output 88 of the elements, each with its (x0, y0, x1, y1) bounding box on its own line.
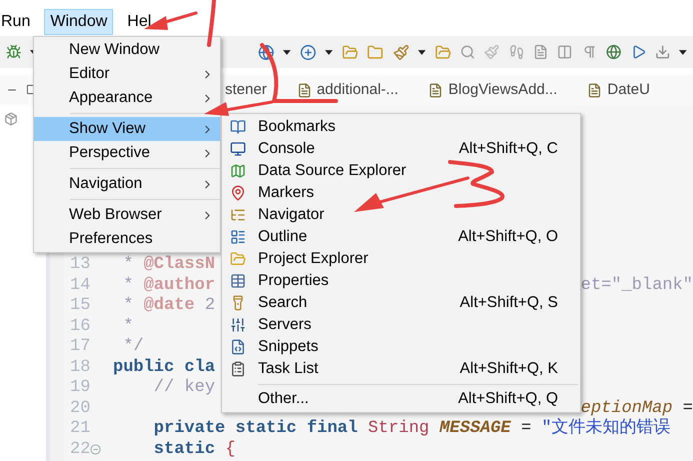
tree-list-icon (230, 207, 246, 223)
download-icon[interactable] (654, 44, 670, 60)
line-number: 16 (69, 316, 90, 337)
folder-icon[interactable] (367, 44, 384, 60)
menu-item[interactable]: Outline Alt+Shift+Q, O (222, 226, 580, 248)
monitor-icon (230, 141, 246, 157)
editor-tab[interactable]: stener (225, 78, 267, 102)
menu-item[interactable]: Bookmarks (222, 116, 580, 138)
footprints-icon[interactable] (508, 44, 524, 60)
code-line: private static final String MESSAGE = "文件未知的错误 (152, 419, 671, 440)
menu-item[interactable]: Editor (34, 62, 220, 86)
globe-icon[interactable] (258, 44, 274, 60)
code-line: et="_blank" (580, 276, 693, 296)
menu-item[interactable]: Navigation (34, 172, 220, 196)
play-icon[interactable] (630, 44, 646, 60)
editor-tab[interactable]: BlogViewsAdd... (428, 78, 558, 102)
menu-item[interactable]: Navigator (222, 204, 580, 226)
dropdown-caret-icon[interactable] (418, 50, 426, 54)
menu-bar-item[interactable]: Run (0, 9, 36, 35)
menu-item[interactable]: Data Source Explorer (222, 160, 580, 182)
dropdown-caret-icon[interactable] (325, 50, 333, 54)
folder-icon[interactable] (434, 44, 451, 60)
menu-item[interactable]: Appearance (34, 86, 220, 110)
folder-icon (230, 251, 246, 267)
code-line: public cla (113, 358, 216, 378)
globe-icon[interactable] (606, 44, 622, 60)
search-icon[interactable] (460, 44, 476, 60)
line-number: 19 (69, 378, 90, 398)
menu-item[interactable]: Project Explorer (222, 248, 580, 270)
book-icon (230, 119, 246, 135)
line-number: 13 (69, 255, 90, 276)
dropdown-caret-icon[interactable] (283, 50, 291, 54)
line-number: 18 (69, 358, 90, 378)
document-icon[interactable] (533, 44, 548, 60)
line-number: 15 (69, 296, 90, 316)
sliders-icon (230, 317, 246, 333)
java-file-icon (428, 82, 444, 98)
editor-tab[interactable]: additional-... (296, 78, 398, 102)
menu-item[interactable]: Search Alt+Shift+Q, S (222, 292, 580, 314)
editor-tab[interactable]: DateU (587, 78, 650, 102)
menu-bar-item[interactable]: Window (44, 9, 114, 35)
menu-item[interactable]: Markers (222, 182, 580, 204)
brush-icon[interactable] (392, 44, 409, 60)
bug-icon[interactable] (6, 44, 22, 60)
java-file-icon (296, 82, 312, 98)
dropdown-caret-icon[interactable] (679, 50, 687, 54)
code-line: * @date 2 (122, 296, 216, 316)
pin-icon (230, 185, 246, 201)
menu-item[interactable]: Preferences (34, 227, 220, 251)
code-line: static { (152, 440, 236, 460)
menu-item[interactable]: Show View (34, 117, 220, 141)
folder-icon[interactable] (342, 44, 358, 60)
menu-item[interactable]: New Window (34, 38, 220, 62)
code-line: eptionMap = (580, 398, 693, 418)
columns-icon[interactable] (557, 44, 573, 60)
map-icon (230, 163, 246, 179)
java-file-icon (587, 82, 602, 98)
menu-item[interactable]: Console Alt+Shift+Q, C (222, 138, 580, 160)
code-line: // key (152, 378, 216, 398)
line-number: 17 (69, 337, 90, 358)
menu-item[interactable]: Snippets (222, 336, 580, 358)
circle-plus-icon[interactable] (300, 44, 316, 60)
brush-icon[interactable] (484, 44, 500, 60)
fold-icon[interactable] (90, 444, 102, 456)
annotation-stroke (207, 0, 216, 47)
line-number: 22 (69, 440, 90, 460)
menu-item[interactable]: Task List Alt+Shift+Q, K (222, 358, 580, 380)
menu-item[interactable]: Servers (222, 314, 580, 336)
code-line: */ (122, 337, 144, 358)
package-icon (4, 112, 18, 126)
code-line: * (122, 316, 134, 337)
menu-item[interactable]: Properties (222, 270, 580, 292)
menu-item[interactable]: Perspective (34, 141, 220, 165)
line-number: 14 (69, 276, 90, 296)
list-icon (230, 229, 246, 245)
menu-bar-item[interactable]: Hel (121, 9, 158, 35)
annotation-arrow (204, 100, 274, 116)
table-icon (230, 273, 246, 289)
line-number: 21 (69, 419, 90, 440)
menu-item[interactable]: Web Browser (34, 203, 220, 227)
code-line: * @ClassN (122, 255, 216, 276)
pilcrow-icon[interactable] (582, 44, 598, 60)
code-line: * @author (122, 276, 216, 296)
annotation-scribble (448, 160, 505, 208)
menu-item[interactable]: Other... Alt+Shift+Q, Q (222, 388, 580, 410)
line-number: 20 (69, 398, 90, 419)
clipboard-list-icon (230, 361, 246, 377)
file-code-icon (230, 339, 246, 355)
